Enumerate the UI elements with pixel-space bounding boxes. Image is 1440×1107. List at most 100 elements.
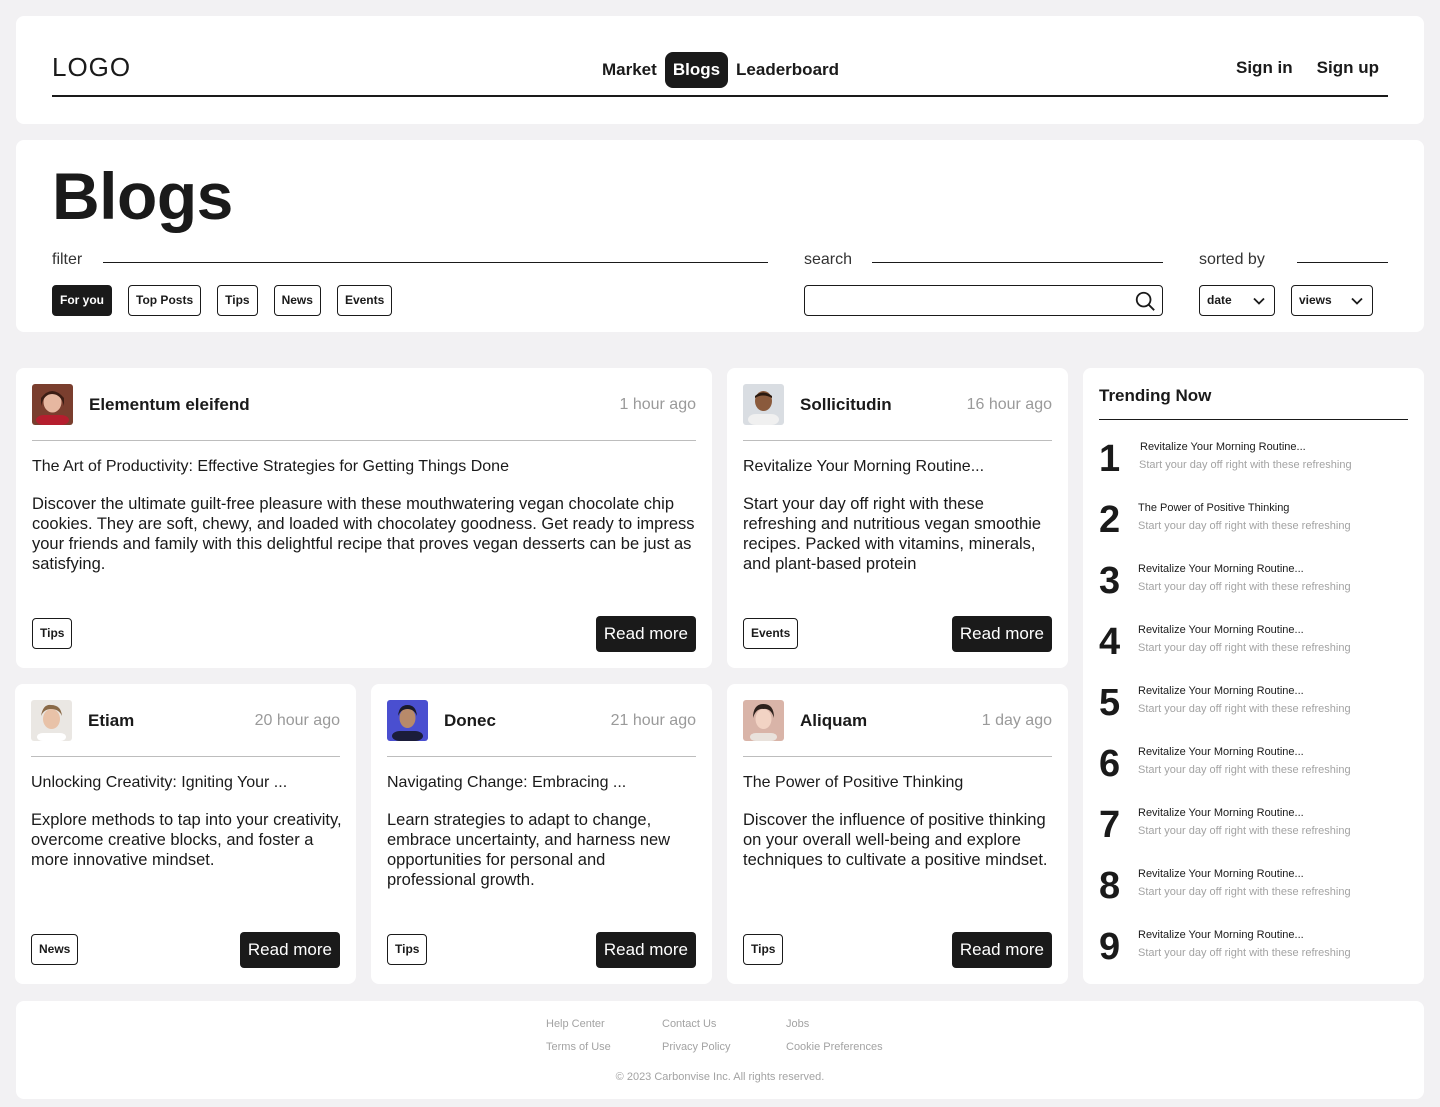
post-card: Donec 21 hour ago Navigating Change: Emb… (371, 684, 712, 984)
copyright: © 2023 Carbonvise Inc. All rights reserv… (615, 1071, 825, 1083)
trending-rank: 6 (1099, 743, 1121, 785)
sort-views-select[interactable]: views (1291, 285, 1373, 316)
footer-link-cookies[interactable]: Cookie Preferences (786, 1041, 883, 1053)
sort-views-value: views (1299, 293, 1332, 307)
post-description: Discover the influence of positive think… (743, 811, 1048, 869)
sort-date-select[interactable]: date (1199, 285, 1275, 316)
search-input[interactable] (805, 286, 1125, 315)
trending-subtitle: Start your day off right with these refr… (1138, 947, 1351, 959)
post-tag[interactable]: Events (743, 618, 799, 649)
trending-item[interactable]: 9 Revitalize Your Morning Routine... Sta… (1099, 927, 1399, 977)
post-title[interactable]: Unlocking Creativity: Igniting Your ... (31, 774, 344, 792)
post-title[interactable]: The Power of Positive Thinking (743, 774, 1056, 792)
sign-up-link[interactable]: Sign up (1317, 58, 1379, 78)
filter-news[interactable]: News (273, 285, 321, 316)
post-time: 16 hour ago (966, 396, 1052, 413)
post-title[interactable]: Revitalize Your Morning Routine... (743, 458, 1056, 476)
page-title: Blogs (52, 159, 233, 233)
card-divider (31, 756, 340, 757)
post-tag[interactable]: Tips (387, 934, 428, 965)
trending-title: Revitalize Your Morning Routine... (1138, 563, 1304, 575)
trending-heading: Trending Now (1099, 386, 1212, 405)
filter-tips[interactable]: Tips (217, 285, 258, 316)
read-more-button[interactable]: Read more (595, 616, 696, 652)
trending-item[interactable]: 6 Revitalize Your Morning Routine... Sta… (1099, 744, 1399, 794)
trending-subtitle: Start your day off right with these refr… (1138, 825, 1351, 837)
search-label: search (804, 251, 853, 268)
read-more-button[interactable]: Read more (951, 932, 1052, 968)
post-description: Learn strategies to adapt to change, emb… (387, 811, 671, 889)
trending-rank: 1 (1099, 438, 1121, 480)
trending-item[interactable]: 1 Revitalize Your Morning Routine... Sta… (1099, 439, 1399, 489)
filter-chips: For you Top Posts Tips News Events (52, 285, 393, 316)
filter-divider (103, 262, 768, 263)
top-header: LOGO Market Blogs Leaderboard Sign in Si… (16, 16, 1424, 124)
author-name[interactable]: Aliquam (800, 711, 867, 731)
post-card: Elementum eleifend 1 hour ago The Art of… (16, 368, 712, 668)
avatar (743, 384, 784, 425)
trending-item[interactable]: 8 Revitalize Your Morning Routine... Sta… (1099, 866, 1399, 916)
footer: Help Center Terms of Use Contact Us Priv… (16, 1001, 1424, 1099)
avatar (387, 700, 428, 741)
logo[interactable]: LOGO (52, 52, 131, 83)
post-card: Etiam 20 hour ago Unlocking Creativity: … (15, 684, 356, 984)
filter-top-posts[interactable]: Top Posts (128, 285, 202, 316)
footer-link-contact[interactable]: Contact Us (662, 1018, 716, 1030)
main-nav: Market Blogs Leaderboard (602, 52, 839, 88)
post-time: 20 hour ago (254, 712, 340, 729)
trending-item[interactable]: 3 Revitalize Your Morning Routine... Sta… (1099, 561, 1399, 611)
trending-item[interactable]: 2 The Power of Positive Thinking Start y… (1099, 500, 1399, 550)
filter-label: filter (52, 251, 83, 268)
filter-events[interactable]: Events (336, 285, 393, 316)
avatar (32, 384, 73, 425)
blogs-filter-panel: Blogs filter search sorted by For you To… (16, 140, 1424, 332)
card-divider (387, 756, 696, 757)
post-tag[interactable]: Tips (743, 934, 784, 965)
nav-blogs[interactable]: Blogs (664, 52, 729, 88)
trending-item[interactable]: 5 Revitalize Your Morning Routine... Sta… (1099, 683, 1399, 733)
trending-item[interactable]: 7 Revitalize Your Morning Routine... Sta… (1099, 805, 1399, 855)
filter-for-you[interactable]: For you (52, 285, 112, 316)
author-name[interactable]: Sollicitudin (800, 395, 892, 415)
post-time: 1 day ago (981, 712, 1052, 729)
footer-link-help-center[interactable]: Help Center (546, 1018, 605, 1030)
author-name[interactable]: Donec (444, 711, 496, 731)
trending-item[interactable]: 4 Revitalize Your Morning Routine... Sta… (1099, 622, 1399, 672)
trending-subtitle: Start your day off right with these refr… (1138, 886, 1351, 898)
nav-market[interactable]: Market (602, 54, 657, 86)
trending-rank: 3 (1099, 560, 1121, 602)
search-icon[interactable] (1134, 290, 1156, 312)
post-title[interactable]: Navigating Change: Embracing ... (387, 774, 700, 792)
footer-link-jobs[interactable]: Jobs (786, 1018, 809, 1030)
trending-divider (1099, 419, 1408, 420)
trending-rank: 8 (1099, 865, 1121, 907)
trending-rank: 2 (1099, 499, 1121, 541)
nav-leaderboard[interactable]: Leaderboard (736, 54, 839, 86)
trending-rank: 4 (1099, 621, 1121, 663)
sort-divider (1297, 262, 1388, 263)
post-description: Start your day off right with these refr… (743, 495, 1042, 573)
read-more-button[interactable]: Read more (595, 932, 696, 968)
trending-title: Revitalize Your Morning Routine... (1138, 868, 1304, 880)
trending-title: Revitalize Your Morning Routine... (1138, 624, 1304, 636)
chevron-down-icon (1253, 297, 1265, 305)
post-description: Explore methods to tap into your creativ… (31, 811, 342, 869)
post-tag[interactable]: Tips (32, 618, 73, 649)
avatar (743, 700, 784, 741)
trending-title: Revitalize Your Morning Routine... (1138, 746, 1304, 758)
trending-panel: Trending Now 1 Revitalize Your Morning R… (1083, 368, 1424, 984)
auth-links: Sign in Sign up (1236, 58, 1379, 78)
read-more-button[interactable]: Read more (239, 932, 340, 968)
post-card: Sollicitudin 16 hour ago Revitalize Your… (727, 368, 1068, 668)
post-title[interactable]: The Art of Productivity: Effective Strat… (32, 458, 700, 476)
sign-in-link[interactable]: Sign in (1236, 58, 1293, 78)
read-more-button[interactable]: Read more (951, 616, 1052, 652)
footer-link-privacy[interactable]: Privacy Policy (662, 1041, 730, 1053)
author-name[interactable]: Elementum eleifend (89, 395, 250, 415)
footer-link-terms[interactable]: Terms of Use (546, 1041, 611, 1053)
author-name[interactable]: Etiam (88, 711, 134, 731)
chevron-down-icon (1351, 297, 1363, 305)
post-description: Discover the ultimate guilt-free pleasur… (32, 495, 695, 573)
post-tag[interactable]: News (31, 934, 79, 965)
search-box (804, 285, 1163, 316)
